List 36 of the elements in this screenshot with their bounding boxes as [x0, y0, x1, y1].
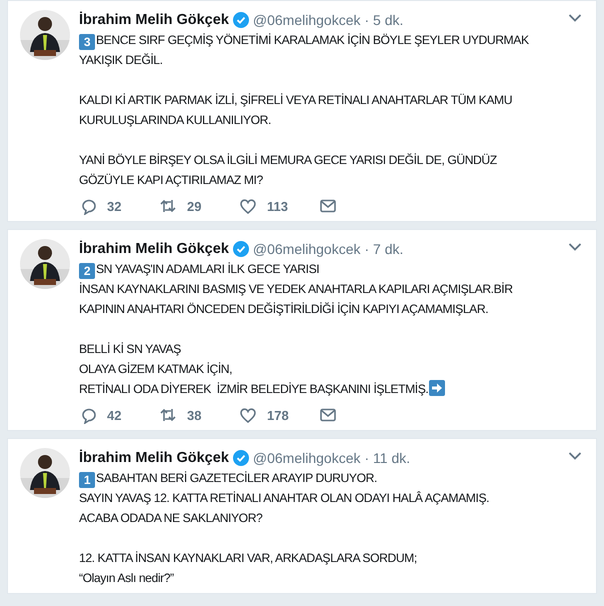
author-handle[interactable]: @06melihgokcek	[252, 450, 360, 466]
tweet-text: 12. KATTA İNSAN KAYNAKLARI VAR, ARKADAŞLARA SORDUM; “Olayın Aslı nedir?”	[79, 550, 418, 587]
tweet-text: KALDI Kİ ARTIK PARMAK İZLİ, ŞİFRELİ VEYA RETİNALI ANAHTARLAR TÜM KAMU KURULUŞLARINDA KULLANILIYOR.	[79, 92, 514, 129]
author-name[interactable]: İbrahim Melih Gökçek	[79, 450, 229, 466]
avatar[interactable]	[20, 448, 70, 498]
speech-bubble-icon	[79, 406, 97, 424]
tweet-text: BELLİ Kİ SN YAVAŞ OLAYA GİZEM KATMAK İÇİN, RETİNALI ODA DİYEREK İZMİR BELEDİYE BAŞKANINI İŞLETMİŞ.	[79, 339, 584, 399]
heart-icon	[239, 406, 257, 424]
caret-icon[interactable]	[568, 13, 582, 23]
retweet-button[interactable]: 38	[159, 406, 239, 424]
avatar[interactable]	[20, 239, 70, 289]
tweet-text: 2 SN YAVAŞ'IN ADAMLARI İLK GECE YARISI İNSAN KAYNAKLARINI BASMIŞ VE YEDEK ANAHTARLA KAPILARI AÇMIŞLAR.BİR KAPININ ANAHTARI ÖNCEDEN DEĞİŞTİRİLDİĞİ İÇİN KAPIYI AÇAMAMIŞLAR.	[79, 261, 514, 318]
like-button[interactable]: 178	[239, 406, 319, 424]
retweet-icon	[159, 406, 177, 424]
speech-bubble-icon	[79, 197, 97, 215]
retweet-button[interactable]: 29	[159, 197, 239, 215]
reply-button[interactable]: 42	[79, 406, 159, 424]
tweet-text: 3 BENCE SIRF GEÇMİŞ YÖNETİMİ KARALAMAK İÇİN BÖYLE ŞEYLER UYDURMAK YAKIŞIK DEĞİL.	[79, 32, 530, 69]
author-handle[interactable]: @06melihgokcek	[252, 12, 360, 28]
tweet-time[interactable]: · 11 dk.	[364, 450, 410, 466]
caret-icon[interactable]	[568, 242, 582, 252]
mail-icon[interactable]	[319, 406, 337, 424]
tweet-text: 1 SABAHTAN BERİ GAZETECİLER ARAYIP DURUYOR. SAYIN YAVAŞ 12. KATTA RETİNALI ANAHTAR OLAN ODAYI HALÂ AÇAMAMIŞ. ACABA ODADA NE SAKLANIYOR?	[79, 470, 490, 527]
tweet-text: YANİ BÖYLE BİRŞEY OLSA İLGİLİ MEMURA GECE YARISI DEĞİL DE, GÜNDÜZ GÖZÜYLE KAPI AÇTIRILAMAZ MI?	[79, 152, 498, 189]
retweet-icon	[159, 197, 177, 215]
tweet-time[interactable]: · 7 dk.	[364, 241, 404, 257]
author-name[interactable]: İbrahim Melih Gökçek	[79, 241, 229, 257]
avatar[interactable]	[20, 10, 70, 60]
caret-icon[interactable]	[568, 451, 582, 461]
heart-icon	[239, 197, 257, 215]
tweet-time[interactable]: · 5 dk.	[364, 12, 404, 28]
author-name[interactable]: İbrahim Melih Gökçek	[79, 12, 229, 28]
mail-icon[interactable]	[319, 197, 337, 215]
reply-button[interactable]: 32	[79, 197, 159, 215]
like-button[interactable]: 113	[239, 197, 319, 215]
author-handle[interactable]: @06melihgokcek	[252, 241, 360, 257]
